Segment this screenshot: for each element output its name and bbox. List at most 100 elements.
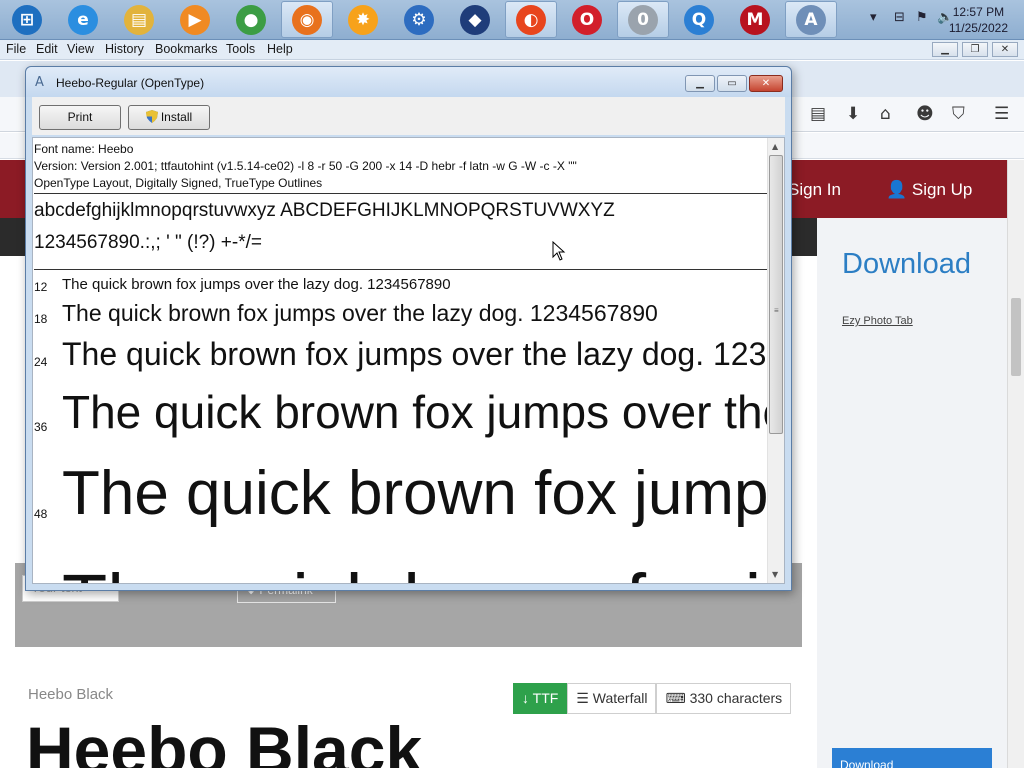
- dialog-title: Heebo-Regular (OpenType): [56, 76, 205, 90]
- file-explorer-taskbar-button[interactable]: ▤: [113, 1, 165, 38]
- hamburger-menu-icon[interactable]: ☰: [994, 104, 1009, 124]
- install-button[interactable]: Install: [128, 105, 210, 130]
- firefox-taskbar-button[interactable]: ◉: [281, 1, 333, 38]
- sidebar-download-button[interactable]: Download: [832, 748, 992, 768]
- character-map-button[interactable]: ⌨ 330 characters: [656, 683, 792, 714]
- menu-history[interactable]: History: [105, 42, 144, 56]
- home-icon[interactable]: ⌂: [880, 104, 891, 124]
- show-hidden-icons-icon[interactable]: ▾: [870, 10, 877, 25]
- font-style-name: Heebo Black: [28, 686, 114, 703]
- sample-text: The quick brown fox jumps over the lazy …: [62, 276, 451, 293]
- sample-size-label: 48: [34, 507, 48, 521]
- page-scrollbar-thumb[interactable]: [1011, 298, 1021, 376]
- scroll-down-arrow-icon[interactable]: ▼: [772, 570, 778, 579]
- opera-taskbar-button[interactable]: O: [561, 1, 613, 38]
- ezy-photo-tab-link[interactable]: Ezy Photo Tab: [842, 315, 913, 327]
- firefox-icon: ◉: [292, 4, 322, 35]
- sign-up-link[interactable]: 👤 Sign Up: [886, 180, 972, 200]
- clock-date: 11/25/2022: [948, 21, 1008, 35]
- download-arrow-icon: ↓: [522, 690, 529, 706]
- dialog-close-button[interactable]: ✕: [749, 75, 783, 92]
- network-taskbar-button[interactable]: ⚙: [393, 1, 445, 38]
- charset-letters: abcdefghijklmnopqrstuvwxyz ABCDEFGHIJKLM…: [34, 200, 615, 221]
- dialog-scrollbar[interactable]: ▲ ≡ ▼: [767, 138, 784, 583]
- mcafee-icon: M: [740, 4, 770, 35]
- windows-taskbar: ⊞ e ▤ ▶ ● ◉ ✸ ⚙ ◆ ◐ O 0 Q M A ▾ ⊟ ⚑ 🔈 12:57 PM 11/25/2…: [0, 0, 1024, 40]
- system-tray: ▾ ⊟ ⚑ 🔈 12:57 PM 11/25/2022: [824, 0, 1024, 40]
- chrome-icon: ●: [236, 4, 266, 35]
- sample-text: The quick brown fox jumps over the lazy …: [62, 300, 658, 326]
- media-player-taskbar-button[interactable]: ▶: [169, 1, 221, 38]
- internet-explorer-icon: e: [68, 4, 98, 35]
- firefox-restore-button[interactable]: ❐: [962, 42, 988, 57]
- font-info-version: Version: Version 2.001; ttfautohint (v1.…: [34, 159, 577, 173]
- network-tray-icon[interactable]: ⊟: [894, 10, 905, 25]
- opera-gray-taskbar-button[interactable]: 0: [617, 1, 669, 38]
- sample-text: The quick brown fox jumps over the lazy …: [62, 336, 768, 372]
- sample-row: 12 The quick brown fox jumps over the la…: [33, 274, 768, 296]
- firefox-close-button[interactable]: ✕: [992, 42, 1018, 57]
- menu-help[interactable]: Help: [267, 42, 293, 56]
- scroll-grip-icon: ≡: [774, 306, 779, 315]
- emoji-icon[interactable]: ☻: [916, 104, 934, 124]
- sample-size-label: 24: [34, 355, 48, 369]
- sample-text: The quick brown fox jumps over the lazy …: [62, 558, 768, 583]
- dialog-maximize-button[interactable]: ▭: [717, 75, 747, 92]
- scroll-up-arrow-icon[interactable]: ▲: [772, 142, 778, 151]
- mouse-cursor-icon: [552, 241, 566, 261]
- action-center-icon[interactable]: ⚑: [916, 10, 928, 25]
- windows-start-icon: ⊞: [12, 4, 42, 35]
- print-button[interactable]: Print: [39, 105, 121, 130]
- dialog-window-controls: ▁ ▭ ✕: [685, 75, 783, 92]
- dialog-toolbar: Print Install: [32, 97, 785, 135]
- quicktime-taskbar-button[interactable]: Q: [673, 1, 725, 38]
- sample-size-label: 12: [34, 280, 48, 294]
- chrome-taskbar-button[interactable]: ●: [225, 1, 277, 38]
- sign-in-link[interactable]: Sign In: [788, 180, 841, 200]
- waterfox-taskbar-button[interactable]: ◆: [449, 1, 501, 38]
- menu-bookmarks[interactable]: Bookmarks: [155, 42, 218, 56]
- dialog-minimize-button[interactable]: ▁: [685, 75, 715, 92]
- firefox-menubar: File Edit View History Bookmarks Tools H…: [0, 40, 1024, 60]
- charset-digits-symbols: 1234567890.:,; ' " (!?) +-*/=: [34, 232, 262, 253]
- reading-list-icon[interactable]: ▤: [810, 104, 826, 124]
- sample-row: 60 The quick brown fox jumps over the la…: [33, 552, 768, 583]
- sample-row: 24 The quick brown fox jumps over the la…: [33, 334, 768, 382]
- firefox-alt-taskbar-button[interactable]: ◐: [505, 1, 557, 38]
- firefox-alt-icon: ◐: [516, 4, 546, 35]
- menu-edit[interactable]: Edit: [36, 42, 58, 56]
- clock[interactable]: 12:57 PM 11/25/2022: [949, 4, 1008, 36]
- dialog-titlebar[interactable]: A Heebo-Regular (OpenType) ▁ ▭ ✕: [26, 67, 791, 97]
- sample-size-label: 18: [34, 312, 48, 326]
- clock-time: 12:57 PM: [952, 5, 1005, 19]
- waterfall-button[interactable]: ☰ Waterfall: [567, 683, 657, 714]
- divider: [34, 269, 769, 270]
- menu-file[interactable]: File: [6, 42, 26, 56]
- firefox-minimize-button[interactable]: ▁: [932, 42, 958, 57]
- windows-start-taskbar-button[interactable]: ⊞: [1, 1, 53, 38]
- font-info-features: OpenType Layout, Digitally Signed, TrueT…: [34, 176, 323, 190]
- font-viewer-icon: A: [796, 4, 826, 35]
- sample-size-label: 36: [34, 420, 48, 434]
- waterfall-icon: ☰: [576, 690, 589, 706]
- downloads-icon[interactable]: ⬇: [846, 104, 860, 124]
- sample-row: 18 The quick brown fox jumps over the la…: [33, 298, 768, 332]
- quicktime-icon: Q: [684, 4, 714, 35]
- menu-view[interactable]: View: [67, 42, 94, 56]
- menu-tools[interactable]: Tools: [226, 42, 255, 56]
- page-scrollbar[interactable]: [1007, 160, 1024, 768]
- font-info-name: Font name: Heebo: [34, 142, 134, 156]
- mcafee-taskbar-button[interactable]: M: [729, 1, 781, 38]
- sample-row: 48 The quick brown fox jumps over the la…: [33, 454, 768, 550]
- download-ttf-button[interactable]: ↓ TTF: [513, 683, 568, 714]
- media-player-icon: ▶: [180, 4, 210, 35]
- font-preview-pane: Font name: Heebo Version: Version 2.001;…: [32, 137, 785, 584]
- dialog-scrollbar-thumb[interactable]: ≡: [769, 155, 783, 434]
- divider: [34, 193, 769, 194]
- opera-gray-icon: 0: [628, 4, 658, 35]
- sidebar-download-heading: Download: [842, 248, 971, 280]
- internet-explorer-taskbar-button[interactable]: e: [57, 1, 109, 38]
- avast-taskbar-button[interactable]: ✸: [337, 1, 389, 38]
- user-icon: 👤: [886, 180, 908, 200]
- pocket-icon[interactable]: ⛉: [952, 104, 965, 124]
